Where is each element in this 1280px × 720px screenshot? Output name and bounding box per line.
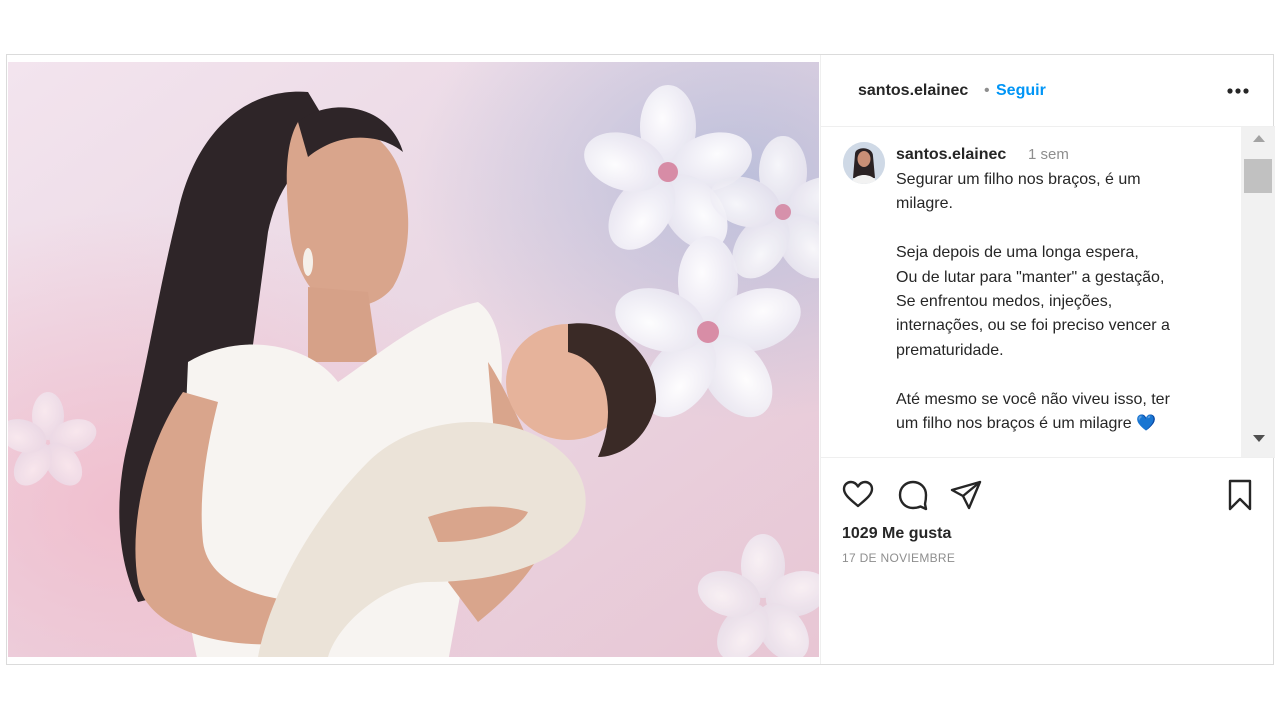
caption-text: Segurar um filho nos braços, é um milagr… [896, 168, 1231, 436]
caption-line: internações, ou se foi preciso vencer a [896, 317, 1170, 335]
avatar[interactable] [843, 142, 885, 184]
scroll-down-arrow-icon[interactable] [1253, 435, 1265, 442]
bookmark-icon[interactable] [1223, 478, 1257, 512]
scroll-thumb[interactable] [1244, 159, 1272, 193]
likes-count[interactable]: 1029 Me gusta [842, 525, 951, 543]
caption-line: Até mesmo se você não viveu isso, ter [896, 390, 1170, 408]
comments-scrollbar[interactable] [1241, 127, 1275, 457]
comment-icon[interactable] [896, 478, 930, 512]
caption-line: Segurar um filho nos braços, é um [896, 171, 1141, 188]
scroll-up-arrow-icon[interactable] [1253, 135, 1265, 142]
post-header: santos.elainec • Seguir [821, 55, 1275, 127]
post-actions: 1029 Me gusta 17 DE NOVIEMBRE [821, 457, 1275, 664]
caption-line-text: um filho nos braços é um milagre [896, 415, 1132, 433]
caption-line: milagre. [896, 195, 953, 213]
heart-icon[interactable] [841, 478, 875, 512]
more-horizontal-icon[interactable] [1224, 79, 1252, 103]
post-photo[interactable] [8, 62, 819, 657]
header-username-link[interactable]: santos.elainec [858, 82, 968, 100]
caption-time[interactable]: 1 sem [1028, 146, 1069, 163]
caption-line: um filho nos braços é um milagre 💙 [896, 412, 1231, 436]
post-date[interactable]: 17 DE NOVIEMBRE [842, 551, 955, 565]
post-sidebar: santos.elainec • Seguir santos.elainec 1… [820, 55, 1275, 664]
send-icon[interactable] [949, 478, 983, 512]
follow-button[interactable]: Seguir [996, 82, 1046, 100]
blue-heart-emoji: 💙 [1136, 415, 1157, 433]
caption-username-link[interactable]: santos.elainec [896, 146, 1006, 164]
instagram-post: santos.elainec • Seguir santos.elainec 1… [6, 54, 1275, 665]
comments-panel: santos.elainec 1 sem Segurar um filho no… [821, 127, 1275, 457]
caption-line: Ou de lutar para "manter" a gestação, [896, 268, 1165, 286]
caption-line: prematuridade. [896, 341, 1004, 359]
caption-line: Se enfrentou medos, injeções, [896, 293, 1113, 311]
caption-line: Seja depois de uma longa espera, [896, 244, 1139, 262]
header-separator: • [984, 82, 990, 99]
